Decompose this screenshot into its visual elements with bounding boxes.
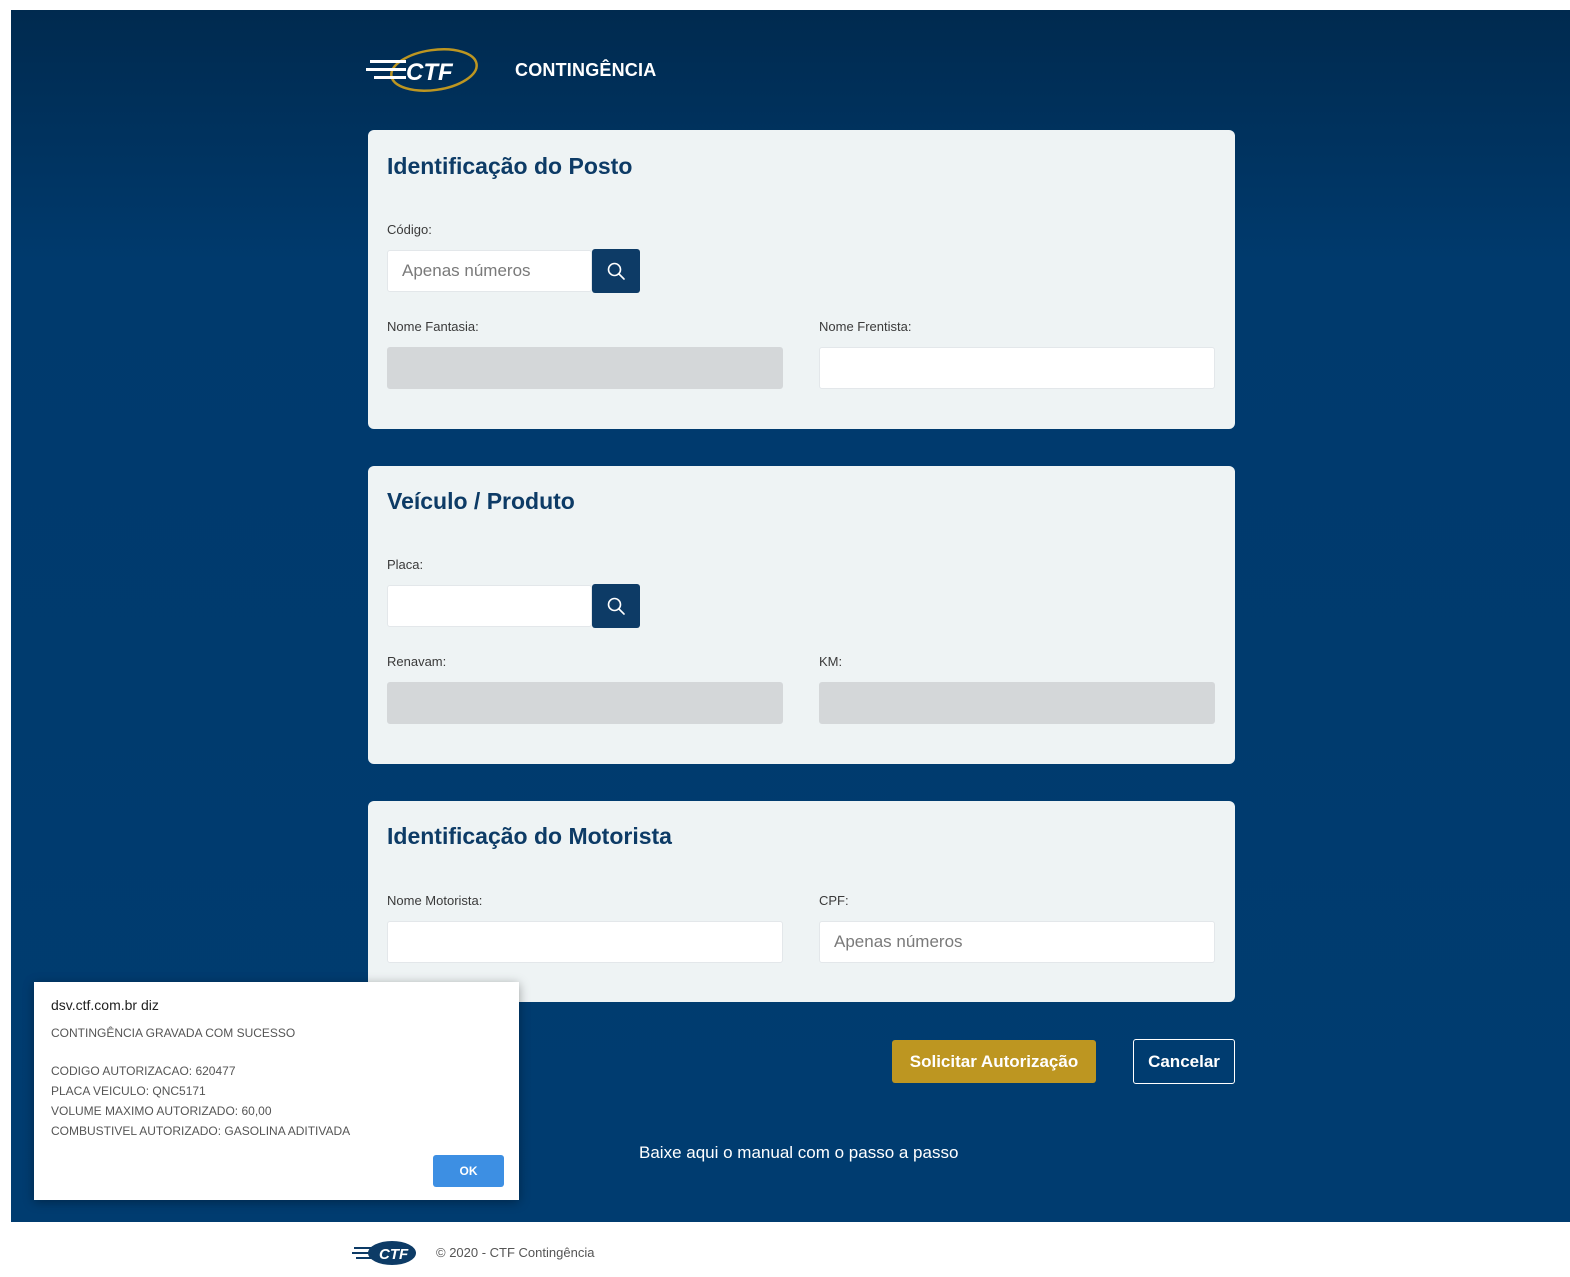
motorista-card: Identificação do Motorista Nome Motorist… — [368, 801, 1235, 1002]
manual-download-link[interactable]: Baixe aqui o manual com o passo a passo — [639, 1143, 958, 1163]
alert-dialog: dsv.ctf.com.br diz CONTINGÊNCIA GRAVADA … — [34, 982, 519, 1200]
footer: CTF © 2020 - CTF Contingência — [352, 1238, 594, 1268]
header: CTF CONTINGÊNCIA — [366, 46, 656, 94]
placa-input[interactable] — [387, 585, 592, 627]
dialog-message-placa: PLACA VEICULO: QNC5171 — [51, 1084, 206, 1098]
dialog-message-combustivel: COMBUSTIVEL AUTORIZADO: GASOLINA ADITIVA… — [51, 1124, 351, 1138]
nome-motorista-input[interactable] — [387, 921, 783, 963]
motorista-title: Identificação do Motorista — [387, 823, 672, 849]
dialog-message-volume: VOLUME MAXIMO AUTORIZADO: 60,00 — [51, 1104, 272, 1118]
renavam-label: Renavam: — [387, 654, 447, 669]
dialog-title: dsv.ctf.com.br diz — [51, 997, 159, 1013]
nome-fantasia-label: Nome Fantasia: — [387, 319, 479, 334]
veiculo-card: Veículo / Produto Placa: Renavam: KM: — [368, 466, 1235, 764]
footer-ctf-logo: CTF — [352, 1241, 416, 1265]
codigo-label: Código: — [387, 222, 432, 237]
cpf-label: CPF: — [819, 893, 849, 908]
dialog-message-codigo: CODIGO AUTORIZACAO: 620477 — [51, 1064, 236, 1078]
codigo-search-button[interactable] — [592, 249, 640, 293]
nome-fantasia-input — [387, 347, 783, 389]
header-title: CONTINGÊNCIA — [515, 60, 657, 80]
placa-search-button[interactable] — [592, 584, 640, 628]
cancel-button[interactable]: Cancelar — [1133, 1039, 1235, 1084]
posto-title: Identificação do Posto — [387, 153, 633, 179]
cpf-input[interactable] — [819, 921, 1215, 963]
dialog-message-status: CONTINGÊNCIA GRAVADA COM SUCESSO — [51, 1026, 296, 1040]
dialog-ok-button[interactable]: OK — [433, 1155, 504, 1187]
footer-copyright: © 2020 - CTF Contingência — [436, 1245, 595, 1260]
km-input — [819, 682, 1215, 724]
ctf-logo: CTF — [366, 48, 478, 92]
km-label: KM: — [819, 654, 843, 669]
search-icon — [607, 262, 625, 280]
posto-card: Identificação do Posto Código: Nome Fant… — [368, 130, 1235, 429]
nome-frentista-label: Nome Frentista: — [819, 319, 912, 334]
search-icon — [607, 597, 625, 615]
codigo-input[interactable] — [387, 250, 592, 292]
logo-text: CTF — [406, 59, 454, 86]
nome-frentista-input[interactable] — [819, 347, 1215, 389]
solicitar-autorizacao-button[interactable]: Solicitar Autorização — [892, 1040, 1096, 1083]
renavam-input — [387, 682, 783, 724]
nome-motorista-label: Nome Motorista: — [387, 893, 483, 908]
footer-logo-text: CTF — [379, 1246, 409, 1263]
veiculo-title: Veículo / Produto — [387, 488, 575, 514]
placa-label: Placa: — [387, 557, 424, 572]
